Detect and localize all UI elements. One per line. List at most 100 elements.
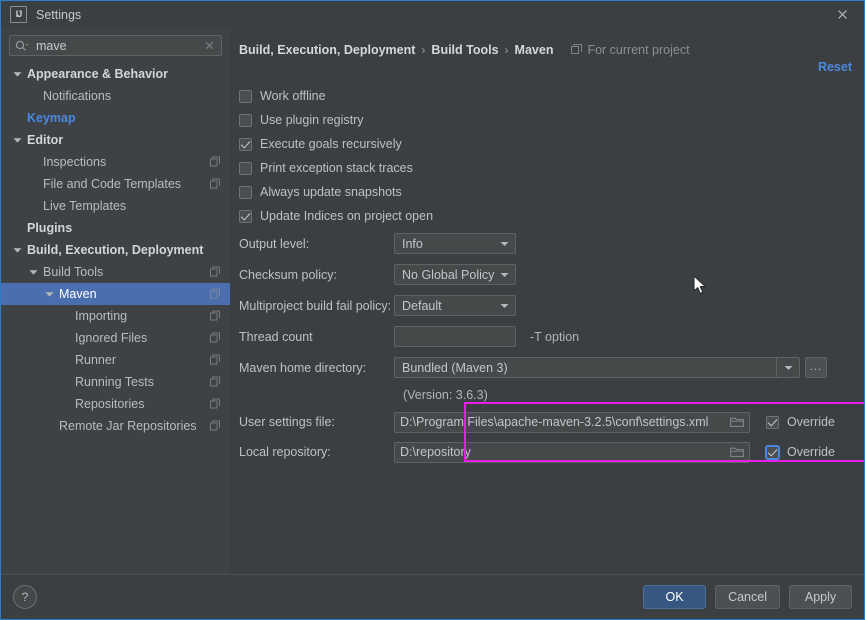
help-button[interactable]: ? xyxy=(13,585,37,609)
override-label: Override xyxy=(787,415,835,429)
user-settings-file-input[interactable]: D:\Program Files\apache-maven-3.2.5\conf… xyxy=(394,411,750,433)
sidebar-item-label: File and Code Templates xyxy=(43,177,182,191)
output-level-dropdown[interactable]: Info xyxy=(394,233,516,254)
sidebar-item-label: Appearance & Behavior xyxy=(27,67,169,81)
override-box[interactable] xyxy=(766,445,779,459)
for-current-project-text: For current project xyxy=(587,42,690,57)
sidebar-item-label: Build Tools xyxy=(43,265,104,279)
checkbox-box[interactable] xyxy=(239,137,252,151)
maven-home-browse-button[interactable]: ... xyxy=(805,357,827,378)
sidebar-item-ignored-files[interactable]: Ignored Files xyxy=(1,327,230,349)
copy-icon xyxy=(210,354,220,366)
maven-version-note: (Version: 3.6.3) xyxy=(403,388,488,402)
breadcrumb-item-2[interactable]: Maven xyxy=(515,43,554,57)
chevron-down-icon[interactable] xyxy=(498,272,511,278)
override-label: Override xyxy=(787,445,835,459)
search-glyph xyxy=(15,40,29,51)
search-container: mave xyxy=(1,28,230,62)
folder-icon[interactable] xyxy=(730,446,746,458)
checkbox-update-indices-on-project-open[interactable]: Update Indices on project open xyxy=(239,204,864,228)
sidebar-item-repositories[interactable]: Repositories xyxy=(1,393,230,415)
sidebar-item-running-tests[interactable]: Running Tests xyxy=(1,371,230,393)
multiproject-build-fail-policy-value: Default xyxy=(402,298,442,313)
checksum-policy-dropdown[interactable]: No Global Policy xyxy=(394,264,516,285)
breadcrumb-item-0[interactable]: Build, Execution, Deployment xyxy=(239,43,415,57)
chevron-down-icon[interactable] xyxy=(43,291,55,298)
folder-icon[interactable] xyxy=(730,416,746,428)
sidebar-item-notifications[interactable]: Notifications xyxy=(1,85,230,107)
sidebar-item-keymap[interactable]: Keymap xyxy=(1,107,230,129)
user-settings-file-value: D:\Program Files\apache-maven-3.2.5\conf… xyxy=(400,415,709,429)
sidebar-item-plugins[interactable]: Plugins xyxy=(1,217,230,239)
chevron-down-glyph xyxy=(500,272,509,277)
sidebar-item-inspections[interactable]: Inspections xyxy=(1,151,230,173)
close-glyph xyxy=(837,10,847,19)
local-repository-override-checkbox[interactable]: Override xyxy=(766,445,835,459)
copy-glyph xyxy=(210,178,220,189)
checkbox-box[interactable] xyxy=(239,185,252,199)
cancel-button[interactable]: Cancel xyxy=(715,585,780,609)
checkbox-box[interactable] xyxy=(239,161,252,175)
title-bar: IJ Settings xyxy=(1,1,864,28)
chevron-down-icon[interactable] xyxy=(27,269,39,276)
thread-count-input[interactable] xyxy=(394,326,516,347)
local-repository-row: Local repository: D:\repository Override xyxy=(239,437,864,467)
checkbox-execute-goals-recursively[interactable]: Execute goals recursively xyxy=(239,132,864,156)
local-repository-input[interactable]: D:\repository xyxy=(394,441,750,463)
maven-home-value: Bundled (Maven 3) xyxy=(402,360,508,375)
copy-icon xyxy=(210,310,220,322)
chevron-down-glyph xyxy=(500,241,509,246)
checkbox-box[interactable] xyxy=(239,113,252,127)
checkbox-always-update-snapshots[interactable]: Always update snapshots xyxy=(239,180,864,204)
override-box[interactable] xyxy=(766,415,779,429)
output-level-value: Info xyxy=(402,236,423,251)
sidebar-item-editor[interactable]: Editor xyxy=(1,129,230,151)
multiproject-build-fail-policy-dropdown[interactable]: Default xyxy=(394,295,516,316)
breadcrumb-item-1[interactable]: Build Tools xyxy=(431,43,498,57)
checkbox-box[interactable] xyxy=(239,209,252,223)
chevron-down-icon[interactable] xyxy=(11,71,23,78)
sidebar-item-remote-jar-repositories[interactable]: Remote Jar Repositories xyxy=(1,415,230,437)
chevron-down-icon[interactable] xyxy=(498,303,511,309)
sidebar-item-file-and-code-templates[interactable]: File and Code Templates xyxy=(1,173,230,195)
chevron-down-icon[interactable] xyxy=(498,241,511,247)
sidebar-item-label: Remote Jar Repositories xyxy=(59,419,197,433)
thread-count-label: Thread count xyxy=(239,329,313,344)
sidebar-item-build-tools[interactable]: Build Tools xyxy=(1,261,230,283)
breadcrumb-separator-0: › xyxy=(421,42,426,57)
copy-glyph xyxy=(210,310,220,321)
sidebar-item-build-execution-deployment[interactable]: Build, Execution, Deployment xyxy=(1,239,230,261)
dialog-footer: ? OK Cancel Apply xyxy=(1,574,864,619)
chevron-down-icon[interactable] xyxy=(776,358,799,377)
checkbox-box[interactable] xyxy=(239,89,252,103)
sidebar-item-label: Ignored Files xyxy=(75,331,148,345)
sidebar-item-importing[interactable]: Importing xyxy=(1,305,230,327)
checkbox-print-exception-stack-traces[interactable]: Print exception stack traces xyxy=(239,156,864,180)
user-settings-file-label: User settings file: xyxy=(239,415,335,429)
apply-button[interactable]: Apply xyxy=(789,585,852,609)
ok-button[interactable]: OK xyxy=(643,585,707,609)
maven-home-combo[interactable]: Bundled (Maven 3) xyxy=(394,357,800,378)
copy-glyph xyxy=(210,354,220,365)
checkbox-work-offline[interactable]: Work offline xyxy=(239,84,864,108)
footer-button-group: OK Cancel Apply xyxy=(643,585,852,609)
sidebar-item-maven[interactable]: Maven xyxy=(1,283,230,305)
search-input[interactable]: mave xyxy=(9,35,222,56)
sidebar-item-runner[interactable]: Runner xyxy=(1,349,230,371)
copy-glyph xyxy=(210,156,220,167)
sidebar-item-appearance-behavior[interactable]: Appearance & Behavior xyxy=(1,63,230,85)
settings-dialog: IJ Settings mave Appearance & Behavior N… xyxy=(0,0,865,620)
settings-sidebar: mave Appearance & Behavior Notifications K… xyxy=(1,28,230,574)
sidebar-item-live-templates[interactable]: Live Templates xyxy=(1,195,230,217)
clear-icon[interactable] xyxy=(204,40,217,51)
copy-glyph xyxy=(210,266,220,277)
user-settings-file-override-checkbox[interactable]: Override xyxy=(766,415,835,429)
chevron-down-icon[interactable] xyxy=(11,247,23,254)
for-current-project-label: For current project xyxy=(571,42,690,57)
chevron-down-icon[interactable] xyxy=(11,137,23,144)
checkbox-use-plugin-registry[interactable]: Use plugin registry xyxy=(239,108,864,132)
close-icon[interactable] xyxy=(820,1,864,28)
checkbox-label: Work offline xyxy=(260,89,326,103)
reset-link[interactable]: Reset xyxy=(818,60,852,74)
copy-glyph xyxy=(210,288,220,299)
